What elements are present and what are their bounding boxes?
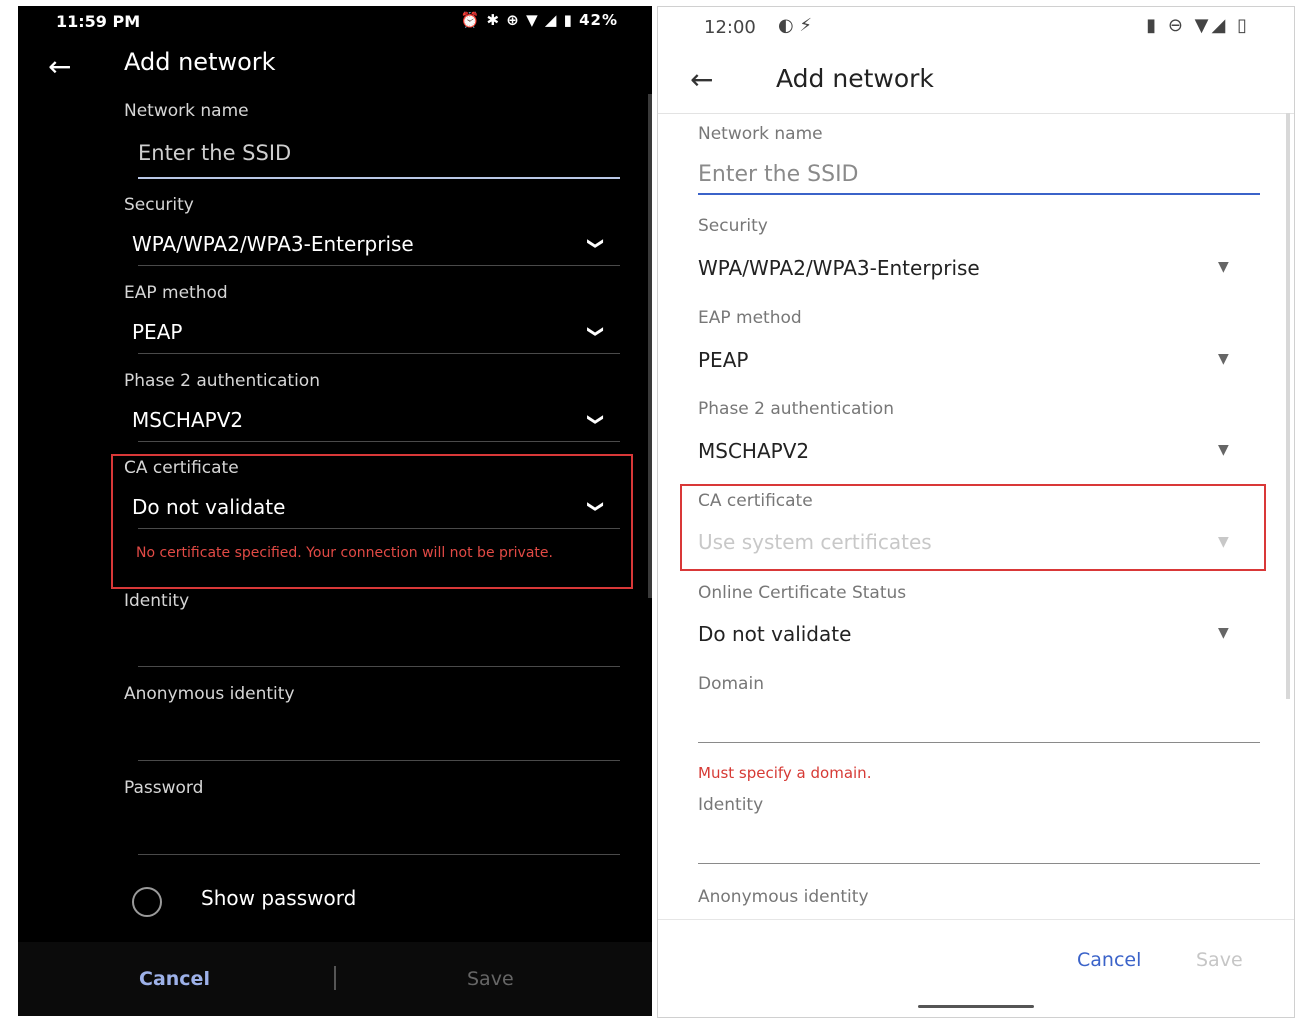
ssid-underline <box>698 193 1260 195</box>
scrollbar[interactable] <box>1286 113 1290 699</box>
security-select[interactable]: WPA/WPA2/WPA3-Enterprise <box>132 232 414 256</box>
dropdown-arrow-icon[interactable]: ▼ <box>1218 442 1229 458</box>
phase2-label: Phase 2 authentication <box>124 371 320 391</box>
security-label: Security <box>124 195 194 215</box>
status-time: 11:59 PM <box>56 12 141 31</box>
ocsp-select[interactable]: Do not validate <box>698 622 851 646</box>
password-input[interactable] <box>138 854 620 855</box>
phase2-select[interactable]: MSCHAPV2 <box>132 408 243 432</box>
identity-label: Identity <box>698 795 764 815</box>
ca-certificate-label: CA certificate <box>124 458 239 478</box>
domain-input[interactable] <box>698 742 1260 743</box>
scrollbar[interactable] <box>648 94 652 598</box>
ca-certificate-label: CA certificate <box>698 491 813 511</box>
divider <box>138 528 620 529</box>
dark-phone-screen: 11:59 PM ⏰ ✱ ⊕ ▼ ◢ ▮ 42% ← Add network N… <box>18 6 652 1016</box>
ca-certificate-select[interactable]: Use system certificates <box>698 530 932 554</box>
dropdown-arrow-icon[interactable]: ▼ <box>1218 625 1229 641</box>
footer-divider <box>658 919 1294 920</box>
dropdown-arrow-icon[interactable]: ▼ <box>1218 351 1229 367</box>
eap-method-select[interactable]: PEAP <box>698 348 748 372</box>
chevron-down-icon[interactable]: ❯ <box>587 237 606 250</box>
cancel-button[interactable]: Cancel <box>139 968 210 990</box>
ssid-input[interactable]: Enter the SSID <box>138 141 291 165</box>
status-icons-left: ◐ ⚡ <box>778 15 813 36</box>
divider <box>138 265 620 266</box>
network-name-label: Network name <box>698 124 823 144</box>
show-password-checkbox[interactable] <box>132 887 162 917</box>
chevron-down-icon[interactable]: ❯ <box>587 413 606 426</box>
identity-label: Identity <box>124 591 190 611</box>
network-name-label: Network name <box>124 101 249 121</box>
dropdown-arrow-icon[interactable]: ▼ <box>1218 259 1229 275</box>
phase2-select[interactable]: MSCHAPV2 <box>698 439 809 463</box>
ca-certificate-warning: No certificate specified. Your connectio… <box>136 545 553 561</box>
domain-error: Must specify a domain. <box>698 764 872 782</box>
identity-input[interactable] <box>698 863 1260 864</box>
eap-method-label: EAP method <box>124 283 228 303</box>
security-label: Security <box>698 216 768 236</box>
page-title: Add network <box>124 48 276 76</box>
save-button[interactable]: Save <box>1196 949 1243 971</box>
identity-input[interactable] <box>138 666 620 667</box>
gesture-bar[interactable] <box>918 1005 1034 1008</box>
show-password-label: Show password <box>201 886 357 910</box>
anonymous-identity-input[interactable] <box>138 760 620 761</box>
status-icons-right: ▮ ⊖ ▼◢ ▯ <box>1146 15 1250 36</box>
chevron-down-icon[interactable]: ❯ <box>587 500 606 513</box>
dropdown-arrow-icon[interactable]: ▼ <box>1218 534 1229 550</box>
security-select[interactable]: WPA/WPA2/WPA3-Enterprise <box>698 256 980 280</box>
ca-certificate-select[interactable]: Do not validate <box>132 495 285 519</box>
ssid-input[interactable]: Enter the SSID <box>698 162 859 187</box>
password-label: Password <box>124 778 204 798</box>
back-arrow-icon[interactable]: ← <box>690 63 713 96</box>
chevron-down-icon[interactable]: ❯ <box>587 325 606 338</box>
divider <box>138 353 620 354</box>
save-button[interactable]: Save <box>467 968 514 990</box>
phase2-label: Phase 2 authentication <box>698 399 894 419</box>
light-phone-screen: 12:00 ◐ ⚡ ▮ ⊖ ▼◢ ▯ ← Add network Network… <box>657 6 1295 1018</box>
ssid-underline <box>138 177 620 179</box>
anonymous-identity-label: Anonymous identity <box>698 887 869 907</box>
domain-label: Domain <box>698 674 764 694</box>
button-divider <box>334 966 336 990</box>
ocsp-label: Online Certificate Status <box>698 583 907 603</box>
status-time: 12:00 <box>704 17 756 38</box>
cancel-button[interactable]: Cancel <box>1077 949 1141 971</box>
back-arrow-icon[interactable]: ← <box>48 50 71 83</box>
divider <box>138 441 620 442</box>
anonymous-identity-label: Anonymous identity <box>124 684 295 704</box>
eap-method-label: EAP method <box>698 308 802 328</box>
page-title: Add network <box>776 64 934 93</box>
eap-method-select[interactable]: PEAP <box>132 320 182 344</box>
header-divider <box>658 113 1294 114</box>
status-icons: ⏰ ✱ ⊕ ▼ ◢ ▮ 42% <box>460 11 618 29</box>
